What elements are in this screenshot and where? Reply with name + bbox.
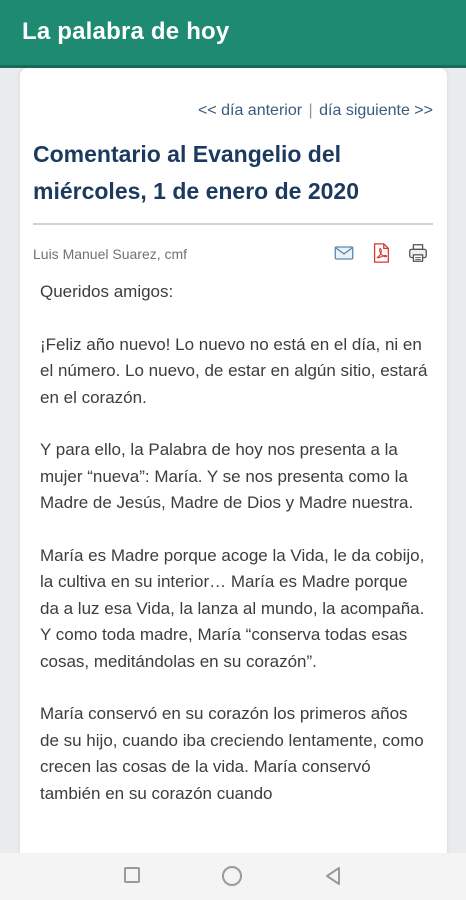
pdf-icon[interactable] — [370, 242, 392, 264]
article-tools — [333, 242, 429, 264]
paragraph: Y para ello, la Palabra de hoy nos prese… — [40, 440, 414, 512]
home-button[interactable] — [222, 866, 242, 886]
app-bar: La palabra de hoy — [0, 0, 466, 68]
paragraph: ¡Feliz año nuevo! Lo nuevo no está en el… — [40, 334, 428, 407]
back-button[interactable] — [322, 865, 344, 887]
system-navigation-bar — [0, 853, 466, 900]
article-body: Queridos amigos: ¡Feliz año nuevo! Lo nu… — [40, 279, 430, 833]
email-icon[interactable] — [333, 242, 355, 264]
day-navigation: << día anterior | día siguiente >> — [198, 102, 433, 120]
article-author: Luis Manuel Suarez, cmf — [33, 246, 188, 262]
title-divider — [33, 223, 433, 225]
article-card: << día anterior | día siguiente >> Comen… — [20, 68, 447, 868]
recent-apps-button[interactable] — [124, 867, 140, 883]
paragraph: María es Madre porque acoge la Vida, le … — [40, 545, 425, 671]
article-title: Comentario al Evangelio del miércoles, 1… — [33, 141, 360, 204]
nav-separator: | — [308, 102, 313, 119]
next-day-link[interactable]: día siguiente >> — [319, 102, 433, 119]
print-icon[interactable] — [407, 242, 429, 264]
paragraph: María conservó en su corazón los primero… — [40, 704, 424, 803]
app-title: La palabra de hoy — [22, 18, 230, 45]
previous-day-link[interactable]: << día anterior — [198, 102, 302, 119]
paragraph: Queridos amigos: — [40, 282, 174, 301]
